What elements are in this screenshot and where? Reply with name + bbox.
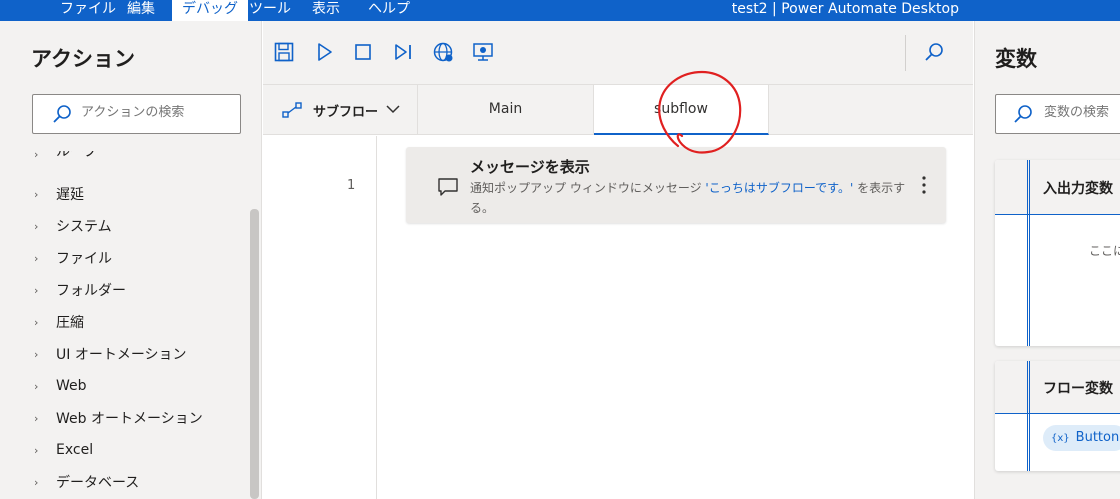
io-variables-section: 入出力変数 ここに: [995, 160, 1120, 346]
variables-search-input[interactable]: [1044, 105, 1120, 120]
actions-search-box[interactable]: [32, 94, 241, 134]
action-group-excel[interactable]: › Excel: [34, 438, 93, 462]
chevron-right-icon: ›: [34, 443, 39, 457]
actions-scrollbar[interactable]: [250, 209, 259, 499]
step-description-value: 'こっちはサブフローです。': [705, 181, 854, 195]
web-recorder-icon[interactable]: [431, 40, 455, 64]
chevron-right-icon: ›: [34, 379, 39, 393]
action-group-loop[interactable]: › ループ: [34, 151, 97, 161]
toolbar-separator: [905, 35, 906, 71]
variable-icon: {x}: [1051, 433, 1070, 444]
chevron-right-icon: ›: [34, 283, 39, 297]
action-group-file[interactable]: › ファイル: [34, 246, 112, 270]
chevron-right-icon: ›: [34, 187, 39, 201]
flow-tabs-bar: サブフロー Main subflow: [263, 85, 973, 135]
step-description-prefix: 通知ポップアップ ウィンドウにメッセージ: [470, 181, 706, 195]
search-icon: [53, 105, 71, 123]
window-title: test2 | Power Automate Desktop: [731, 1, 959, 17]
action-group-ui-automation[interactable]: › UI オートメーション: [34, 342, 187, 366]
variable-chip-label: Button: [1075, 430, 1120, 445]
chevron-right-icon: ›: [34, 151, 39, 161]
action-group-label: データベース: [56, 475, 140, 491]
menu-file[interactable]: ファイル: [60, 0, 116, 21]
chevron-right-icon: ›: [34, 475, 39, 489]
variables-panel-title: 変数: [995, 47, 1037, 71]
menu-bar: ファイル 編集 デバッグ ツール 表示 ヘルプ test2 | Power Au…: [0, 0, 1120, 21]
section-horizontal-rule: [995, 214, 1120, 215]
action-group-compression[interactable]: › 圧縮: [34, 310, 84, 334]
action-group-web-automation[interactable]: › Web オートメーション: [34, 406, 203, 430]
actions-search-input[interactable]: [81, 105, 231, 120]
tab-subflow[interactable]: subflow: [594, 85, 769, 135]
chevron-down-icon: [386, 105, 400, 114]
message-icon: [438, 178, 458, 196]
flow-canvas: 1 メッセージを表示 通知ポップアップ ウィンドウにメッセージ 'こっちはサブフ…: [263, 136, 973, 499]
menu-tools[interactable]: ツール: [249, 0, 291, 21]
action-group-label: フォルダー: [56, 283, 126, 299]
subflow-icon: [282, 102, 302, 118]
actions-panel-title: アクション: [31, 47, 135, 71]
section-vertical-rule: [1027, 361, 1030, 471]
io-variables-empty-hint: ここに: [1089, 244, 1120, 258]
section-vertical-rule: [1027, 160, 1030, 346]
action-group-database[interactable]: › データベース: [34, 470, 139, 494]
flow-variables-title: フロー変数: [1043, 381, 1113, 397]
action-group-wait[interactable]: › 遅延: [34, 182, 84, 206]
desktop-recorder-icon[interactable]: [471, 40, 495, 64]
chevron-right-icon: ›: [34, 411, 39, 425]
line-gutter-divider: [376, 136, 377, 499]
action-group-system[interactable]: › システム: [34, 214, 112, 238]
variable-chip[interactable]: {x} Button: [1043, 425, 1120, 451]
chevron-right-icon: ›: [34, 315, 39, 329]
action-group-label: ループ: [56, 151, 98, 160]
menu-view[interactable]: 表示: [312, 0, 340, 21]
action-group-label: UI オートメーション: [56, 347, 187, 363]
search-icon[interactable]: [922, 40, 946, 64]
action-group-label: Web オートメーション: [56, 411, 203, 427]
subflow-dropdown[interactable]: サブフロー: [263, 85, 418, 134]
designer-toolbar: [263, 21, 973, 85]
line-number: 1: [347, 178, 356, 193]
step-title: メッセージを表示: [470, 158, 590, 176]
run-icon[interactable]: [312, 40, 336, 64]
variables-search-box[interactable]: [995, 94, 1120, 134]
actions-panel: アクション › ループ › 遅延 › システム › ファイル › フォルダー ›…: [0, 21, 262, 499]
menu-edit[interactable]: 編集: [127, 0, 155, 21]
section-horizontal-rule: [995, 413, 1120, 414]
chevron-right-icon: ›: [34, 219, 39, 233]
tab-main[interactable]: Main: [418, 85, 594, 134]
step-icon[interactable]: [391, 40, 415, 64]
menu-debug[interactable]: デバッグ: [172, 0, 248, 21]
action-step-display-message[interactable]: メッセージを表示 通知ポップアップ ウィンドウにメッセージ 'こっちはサブフロー…: [406, 147, 946, 223]
action-group-label: Web: [56, 378, 87, 394]
action-group-web[interactable]: › Web: [34, 374, 87, 398]
variables-panel: 変数 入出力変数 ここに フロー変数 {x} Button: [974, 21, 1120, 499]
io-variables-title: 入出力変数: [1043, 181, 1113, 197]
more-options-icon[interactable]: [916, 173, 932, 197]
menu-help[interactable]: ヘルプ: [368, 0, 410, 21]
action-group-label: システム: [56, 219, 112, 235]
subflow-dropdown-label: サブフロー: [313, 105, 379, 120]
search-icon: [1014, 105, 1032, 123]
chevron-right-icon: ›: [34, 347, 39, 361]
action-group-label: Excel: [56, 442, 94, 458]
stop-icon[interactable]: [351, 40, 375, 64]
save-icon[interactable]: [272, 40, 296, 64]
chevron-right-icon: ›: [34, 251, 39, 265]
action-group-label: 圧縮: [56, 315, 84, 331]
action-group-label: 遅延: [56, 187, 84, 203]
flow-variables-section: フロー変数 {x} Button: [995, 361, 1120, 471]
step-description: 通知ポップアップ ウィンドウにメッセージ 'こっちはサブフローです。' を表示す…: [470, 178, 910, 218]
action-group-label: ファイル: [56, 251, 112, 267]
action-group-folder[interactable]: › フォルダー: [34, 278, 126, 302]
